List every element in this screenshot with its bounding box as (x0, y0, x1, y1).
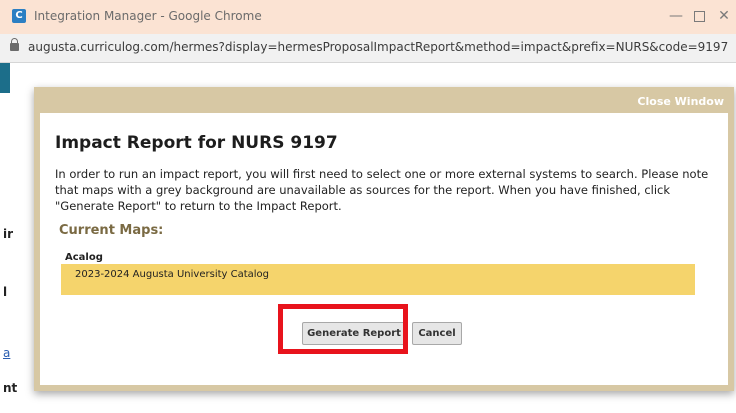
url-text[interactable]: augusta.curriculog.com/hermes?display=he… (28, 40, 728, 54)
maximize-button[interactable] (687, 6, 711, 26)
minimize-button[interactable]: — (664, 6, 688, 26)
app-icon: C (12, 9, 26, 23)
address-bar[interactable]: augusta.curriculog.com/hermes?display=he… (0, 34, 736, 63)
close-window-link[interactable]: Close Window (637, 95, 724, 108)
dialog-description: In order to run an impact report, you wi… (55, 167, 709, 213)
cancel-button[interactable]: Cancel (412, 322, 462, 345)
dialog-title: Impact Report for NURS 9197 (55, 133, 338, 153)
annotation-highlight-box (278, 304, 408, 354)
background-link-fragment[interactable]: a (3, 346, 10, 360)
background-text-fragment: l (3, 285, 8, 299)
background-text-fragment: ir (3, 227, 14, 241)
map-row-catalog[interactable]: 2023-2024 Augusta University Catalog (61, 264, 695, 295)
dialog-header: Close Window (40, 93, 728, 113)
map-group-label: Acalog (65, 252, 103, 263)
browser-title-bar: C Integration Manager - Google Chrome — … (0, 0, 736, 34)
maximize-icon (693, 11, 705, 22)
current-maps-heading: Current Maps: (59, 223, 164, 238)
window-title: Integration Manager - Google Chrome (34, 9, 262, 23)
lock-icon (10, 38, 19, 51)
background-header-strip (0, 63, 10, 93)
map-row-label: 2023-2024 Augusta University Catalog (75, 269, 270, 280)
close-button[interactable]: ✕ (712, 6, 736, 26)
background-text-fragment: nt (3, 381, 18, 395)
